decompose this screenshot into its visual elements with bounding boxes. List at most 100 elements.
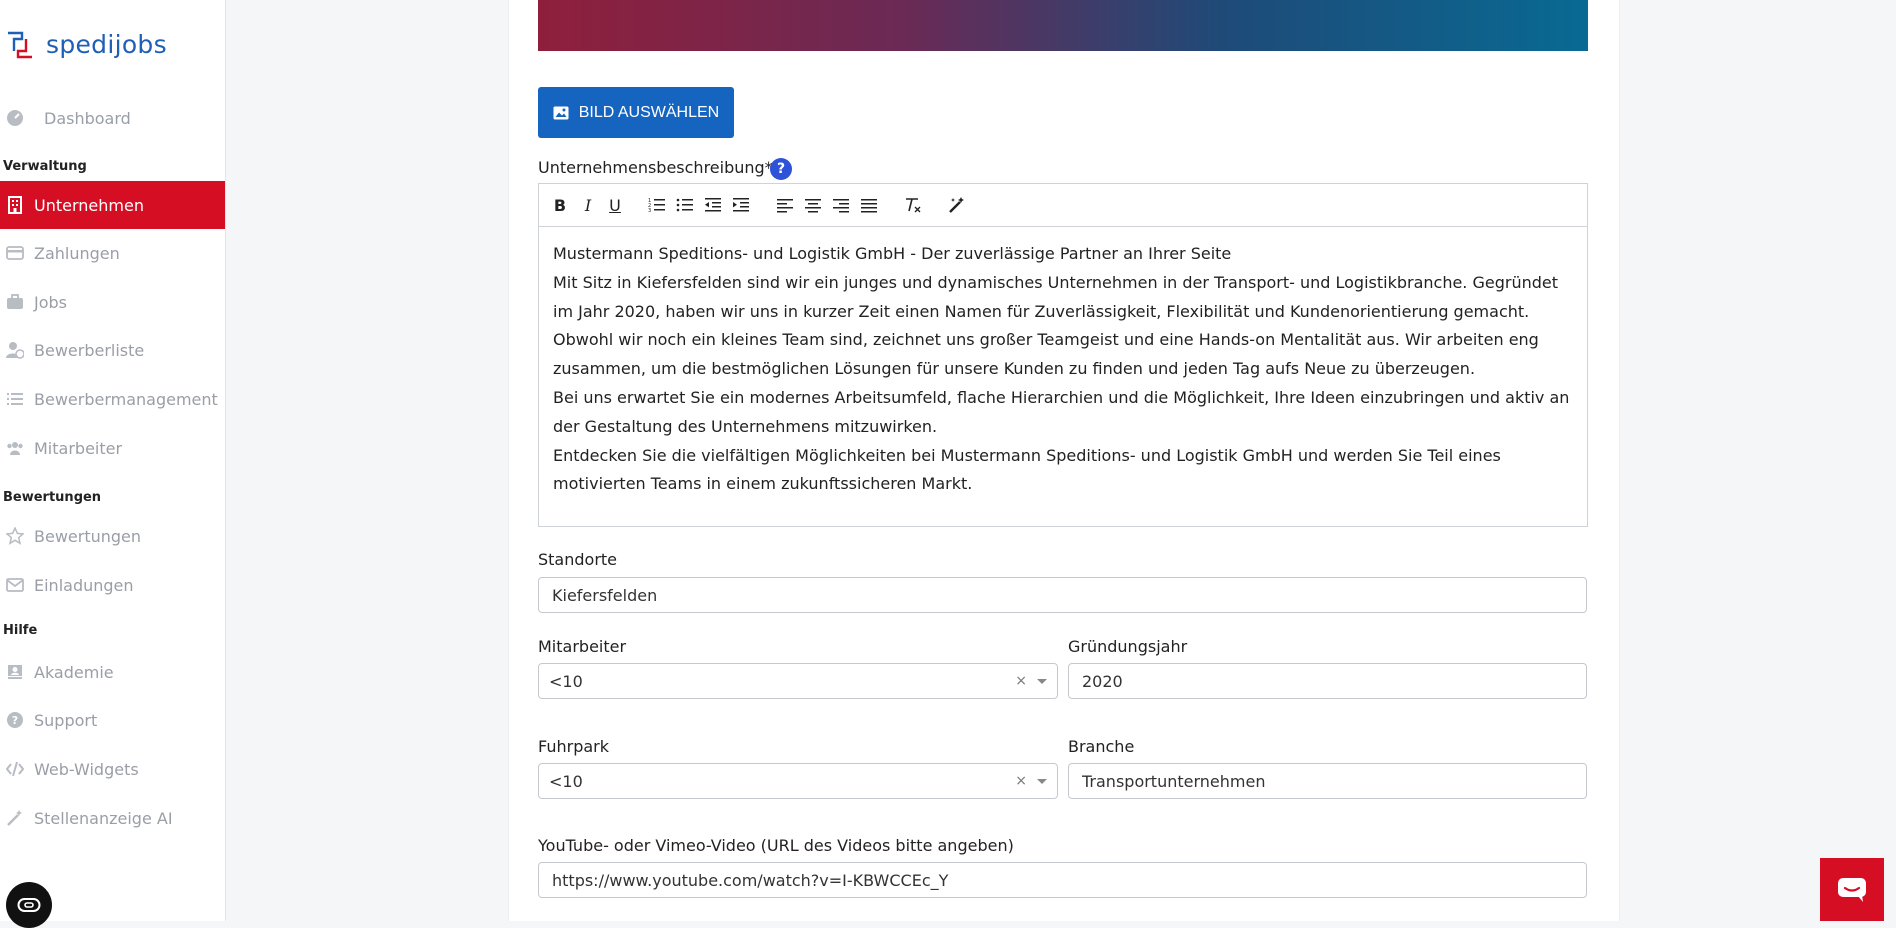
sidebar-item-label: Akademie [34, 662, 114, 682]
cookie-consent-button[interactable] [6, 882, 52, 928]
standorte-value: Kiefersfelden [552, 585, 658, 605]
description-label: Unternehmensbeschreibung* [538, 158, 773, 177]
logo-mark-icon [8, 31, 32, 58]
sidebar-item-label: Stellenanzeige AI [34, 808, 173, 828]
sidebar-item-label: Mitarbeiter [34, 438, 123, 458]
paragraph: Bei uns erwartet Sie ein modernes Arbeit… [553, 387, 1570, 436]
italic-icon[interactable]: I [577, 194, 599, 216]
gruendungsjahr-value: 2020 [1082, 671, 1123, 691]
envelope-icon [6, 576, 24, 594]
paragraph: Entdecken Sie die vielfältigen Möglichke… [553, 445, 1501, 494]
sidebar-item-bewerbermanagement[interactable]: Bewerbermanagement [0, 375, 225, 423]
sidebar-item-zahlungen[interactable]: Zahlungen [0, 229, 225, 277]
magic-wand-icon[interactable] [946, 194, 968, 216]
sidebar-item-label: Einladungen [34, 575, 134, 595]
sidebar-item-einladungen[interactable]: Einladungen [0, 561, 225, 609]
select-image-button-label: BILD AUSWÄHLEN [578, 103, 720, 121]
branche-value: Transportunternehmen [1082, 771, 1266, 791]
paragraph: Mit Sitz in Kiefersfelden sind wir ein j… [553, 272, 1558, 321]
svg-text:?: ? [12, 714, 18, 727]
logo[interactable]: spedijobs [6, 30, 167, 59]
mitarbeiter-label: Mitarbeiter [538, 637, 627, 656]
sidebar-item-label: Dashboard [44, 108, 131, 128]
align-right-icon[interactable] [830, 194, 852, 216]
credit-card-icon [6, 244, 24, 262]
section-label-bewertungen: Bewertungen [3, 490, 102, 505]
clear-icon[interactable]: × [1015, 673, 1027, 689]
gauge-icon [6, 109, 24, 127]
clear-icon[interactable]: × [1015, 773, 1027, 789]
graduation-cap-icon [6, 663, 24, 681]
underline-icon[interactable]: U [604, 194, 626, 216]
description-editor[interactable]: B I U 123 Mustermann Speditions- und Log… [538, 183, 1588, 527]
building-icon [6, 196, 24, 214]
sidebar-item-label: Jobs [34, 292, 67, 312]
users-icon [6, 439, 24, 457]
paragraph: Mustermann Speditions- und Logistik GmbH… [553, 244, 1232, 263]
cookie-icon [17, 898, 41, 912]
section-label-verwaltung: Verwaltung [3, 159, 87, 174]
ordered-list-icon[interactable]: 123 [646, 194, 668, 216]
chevron-down-icon[interactable] [1037, 778, 1047, 784]
align-left-icon[interactable] [774, 194, 796, 216]
select-image-button[interactable]: BILD AUSWÄHLEN [538, 87, 734, 138]
help-icon[interactable]: ? [770, 158, 792, 180]
sidebar-item-label: Bewertungen [34, 526, 142, 546]
sidebar-item-web-widgets[interactable]: Web-Widgets [0, 745, 225, 793]
sidebar-item-jobs[interactable]: Jobs [0, 278, 225, 326]
logo-text: spedijobs [46, 30, 167, 59]
chat-widget-button[interactable] [1820, 858, 1884, 921]
editor-content[interactable]: Mustermann Speditions- und Logistik GmbH… [553, 240, 1573, 499]
sidebar-item-mitarbeiter[interactable]: Mitarbeiter [0, 424, 225, 472]
svg-text:3: 3 [648, 208, 651, 214]
gruendungsjahr-label: Gründungsjahr [1068, 637, 1188, 656]
clear-format-icon[interactable] [902, 194, 924, 216]
sidebar-item-unternehmen[interactable]: Unternehmen [0, 181, 225, 229]
sidebar-item-stellenanzeige-ai[interactable]: Stellenanzeige AI [0, 794, 225, 842]
sidebar-item-support[interactable]: ? Support [0, 696, 225, 744]
mitarbeiter-value: <10 [549, 671, 583, 691]
video-label: YouTube- oder Vimeo-Video (URL des Video… [538, 836, 1014, 855]
sidebar-item-dashboard[interactable]: Dashboard [0, 94, 225, 142]
gruendungsjahr-input[interactable]: 2020 [1068, 663, 1587, 699]
sidebar-item-label: Zahlungen [34, 243, 120, 263]
sidebar: spedijobs Dashboard Verwaltung Unternehm… [0, 0, 226, 921]
sidebar-item-bewerberliste[interactable]: Bewerberliste [0, 326, 225, 374]
branche-label: Branche [1068, 737, 1135, 756]
image-icon [553, 106, 569, 119]
video-url-value: https://www.youtube.com/watch?v=I-KBWCCE… [552, 870, 949, 890]
chat-icon [1838, 877, 1866, 902]
fuhrpark-label: Fuhrpark [538, 737, 609, 756]
user-clock-icon [6, 341, 24, 359]
standorte-label: Standorte [538, 550, 618, 569]
chevron-down-icon[interactable] [1037, 678, 1047, 684]
question-circle-icon: ? [6, 711, 24, 729]
mitarbeiter-select[interactable]: <10 × [538, 663, 1058, 699]
sidebar-item-bewertungen[interactable]: Bewertungen [0, 512, 225, 560]
indent-icon[interactable] [730, 194, 752, 216]
editor-toolbar: B I U 123 [539, 184, 1587, 227]
branche-input[interactable]: Transportunternehmen [1068, 763, 1587, 799]
sidebar-item-label: Unternehmen [34, 195, 144, 215]
sidebar-item-label: Web-Widgets [34, 759, 139, 779]
align-justify-icon[interactable] [858, 194, 880, 216]
paragraph: Obwohl wir noch ein kleines Team sind, z… [553, 330, 1539, 379]
section-label-hilfe: Hilfe [3, 623, 38, 638]
sidebar-item-label: Bewerberliste [34, 340, 145, 360]
fuhrpark-value: <10 [549, 771, 583, 791]
bullet-list-icon[interactable] [674, 194, 696, 216]
briefcase-icon [6, 293, 24, 311]
align-center-icon[interactable] [802, 194, 824, 216]
list-icon [6, 390, 24, 408]
magic-wand-icon [6, 809, 24, 827]
star-icon [6, 527, 24, 545]
bold-icon[interactable]: B [549, 194, 571, 216]
sidebar-item-akademie[interactable]: Akademie [0, 648, 225, 696]
video-url-input[interactable]: https://www.youtube.com/watch?v=I-KBWCCE… [538, 862, 1587, 898]
header-image [538, 0, 1588, 51]
outdent-icon[interactable] [702, 194, 724, 216]
code-icon [6, 760, 24, 778]
standorte-input[interactable]: Kiefersfelden [538, 577, 1587, 613]
sidebar-item-label: Bewerbermanagement [34, 389, 218, 409]
fuhrpark-select[interactable]: <10 × [538, 763, 1058, 799]
